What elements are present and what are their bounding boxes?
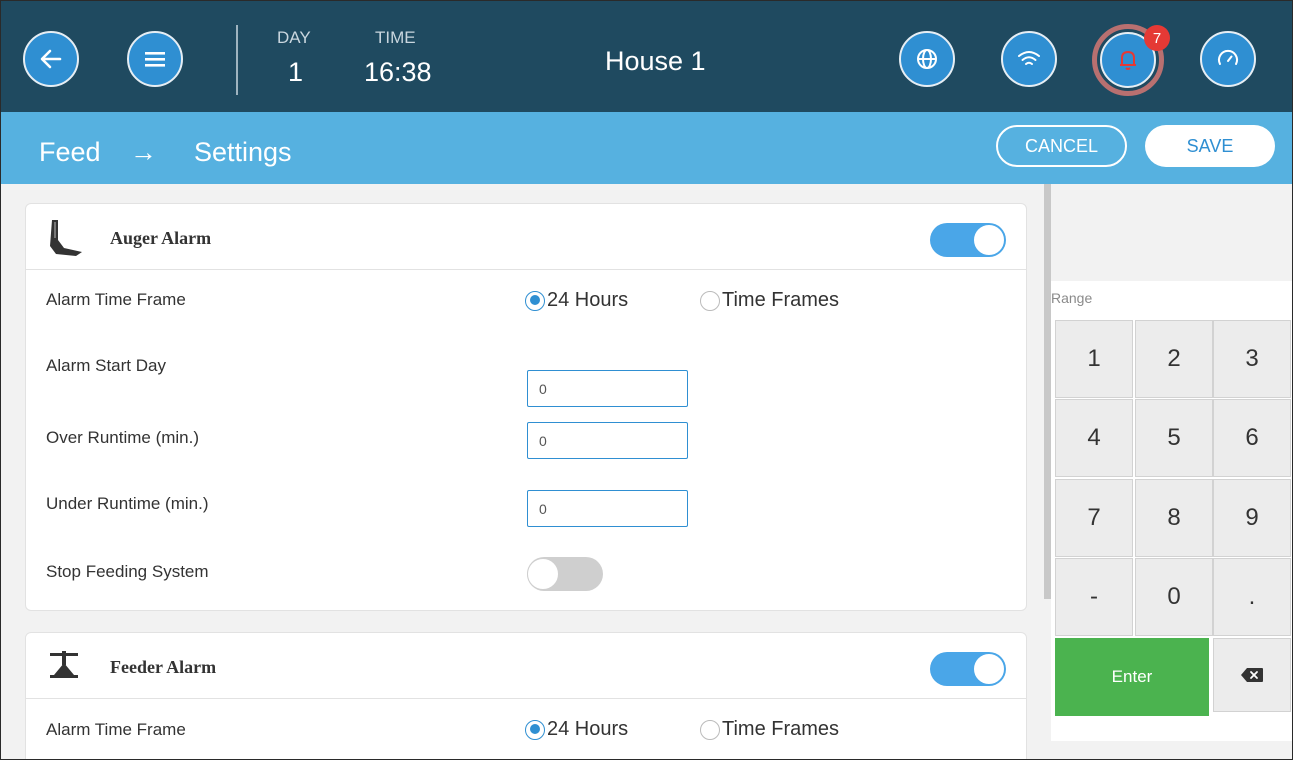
house-title: House 1 (605, 46, 706, 76)
menu-button[interactable] (127, 31, 183, 87)
key-decimal[interactable]: . (1213, 558, 1291, 636)
key-8[interactable]: 8 (1135, 479, 1213, 557)
key-0[interactable]: 0 (1135, 558, 1213, 636)
breadcrumb-page: Settings (194, 137, 292, 167)
auger-radio-24-hours[interactable]: 24 Hours (525, 289, 628, 312)
header-divider (236, 25, 238, 95)
alarm-start-day-input[interactable]: 0 (527, 370, 688, 407)
gauge-icon (1218, 49, 1238, 65)
under-runtime-input[interactable]: 0 (527, 490, 688, 527)
day-label: DAY (277, 28, 311, 47)
over-runtime-label: Over Runtime (min.) (46, 428, 200, 447)
key-minus[interactable]: - (1055, 558, 1133, 636)
cancel-button[interactable]: CANCEL (996, 125, 1127, 167)
backspace-button[interactable] (1213, 638, 1291, 712)
auger-alarm-card: Auger Alarm Alarm Time Frame 24 Hours Ti… (25, 203, 1027, 611)
feeder-radio-time-frames[interactable]: Time Frames (700, 718, 839, 741)
key-4[interactable]: 4 (1055, 399, 1133, 477)
breadcrumb-separator: → (130, 137, 157, 167)
time-value: 16:38 (364, 57, 432, 87)
toggle-knob (973, 653, 1005, 685)
alarm-count-badge: 7 (1144, 25, 1170, 51)
under-runtime-label: Under Runtime (min.) (46, 494, 209, 513)
feeder-radio-24-hours-label: 24 Hours (547, 718, 629, 740)
feeder-alarm-header: Feeder Alarm (26, 633, 1026, 699)
menu-icon (145, 52, 165, 67)
key-6[interactable]: 6 (1213, 399, 1291, 477)
key-1[interactable]: 1 (1055, 320, 1133, 398)
auger-radio-time-frames-label: Time Frames (722, 289, 840, 311)
radio-selected-icon (525, 719, 545, 740)
globe-icon (917, 49, 937, 69)
auger-radio-24-hours-label: 24 Hours (547, 289, 629, 311)
key-5[interactable]: 5 (1135, 399, 1213, 477)
key-7[interactable]: 7 (1055, 479, 1133, 557)
dashboard-button[interactable] (1200, 31, 1256, 87)
radio-unselected-icon (700, 719, 720, 740)
stop-feeding-label: Stop Feeding System (46, 562, 209, 581)
keypad-bottom-area (1051, 741, 1292, 759)
stop-feeding-toggle[interactable] (527, 557, 603, 591)
back-button[interactable] (23, 31, 79, 87)
feeder-radio-24-hours[interactable]: 24 Hours (525, 718, 628, 741)
feeder-icon (50, 651, 78, 678)
radio-unselected-icon (700, 290, 720, 311)
toggle-knob (527, 558, 559, 590)
feeder-radio-time-frames-label: Time Frames (722, 718, 840, 740)
bell-icon (1120, 51, 1136, 70)
language-button[interactable] (899, 31, 955, 87)
breadcrumb-section[interactable]: Feed (39, 137, 101, 168)
key-3[interactable]: 3 (1213, 320, 1291, 398)
auger-icon (50, 220, 82, 256)
enter-button[interactable]: Enter (1055, 638, 1209, 716)
auger-alarm-header: Auger Alarm (26, 204, 1026, 270)
time-label: TIME (375, 28, 416, 47)
backspace-icon (1241, 668, 1263, 682)
content-scrollbar[interactable] (1044, 184, 1051, 599)
feeder-alarm-toggle[interactable] (930, 652, 1006, 686)
app-window: DAY 1 TIME 16:38 House 1 7 Feed → Settin… (0, 0, 1293, 760)
day-value: 1 (288, 57, 304, 87)
radio-selected-icon (525, 290, 545, 311)
auger-radio-time-frames[interactable]: Time Frames (700, 289, 839, 312)
auger-time-frame-label: Alarm Time Frame (46, 290, 186, 309)
toggle-knob (973, 224, 1005, 256)
auger-alarm-title: Auger Alarm (110, 228, 212, 248)
auger-alarm-toggle[interactable] (930, 223, 1006, 257)
range-label: Range (1051, 290, 1093, 306)
key-9[interactable]: 9 (1213, 479, 1291, 557)
keypad-top-area (1051, 184, 1292, 281)
feeder-alarm-card: Feeder Alarm Alarm Time Frame 24 Hours T… (25, 632, 1027, 759)
alarm-start-day-label: Alarm Start Day (46, 356, 166, 375)
back-arrow-icon (40, 49, 62, 69)
save-button[interactable]: SAVE (1145, 125, 1275, 167)
feeder-time-frame-label: Alarm Time Frame (46, 720, 186, 739)
network-button[interactable] (1001, 31, 1057, 87)
over-runtime-input[interactable]: 0 (527, 422, 688, 459)
feeder-alarm-title: Feeder Alarm (110, 657, 217, 677)
key-2[interactable]: 2 (1135, 320, 1213, 398)
wifi-icon (1018, 51, 1040, 65)
